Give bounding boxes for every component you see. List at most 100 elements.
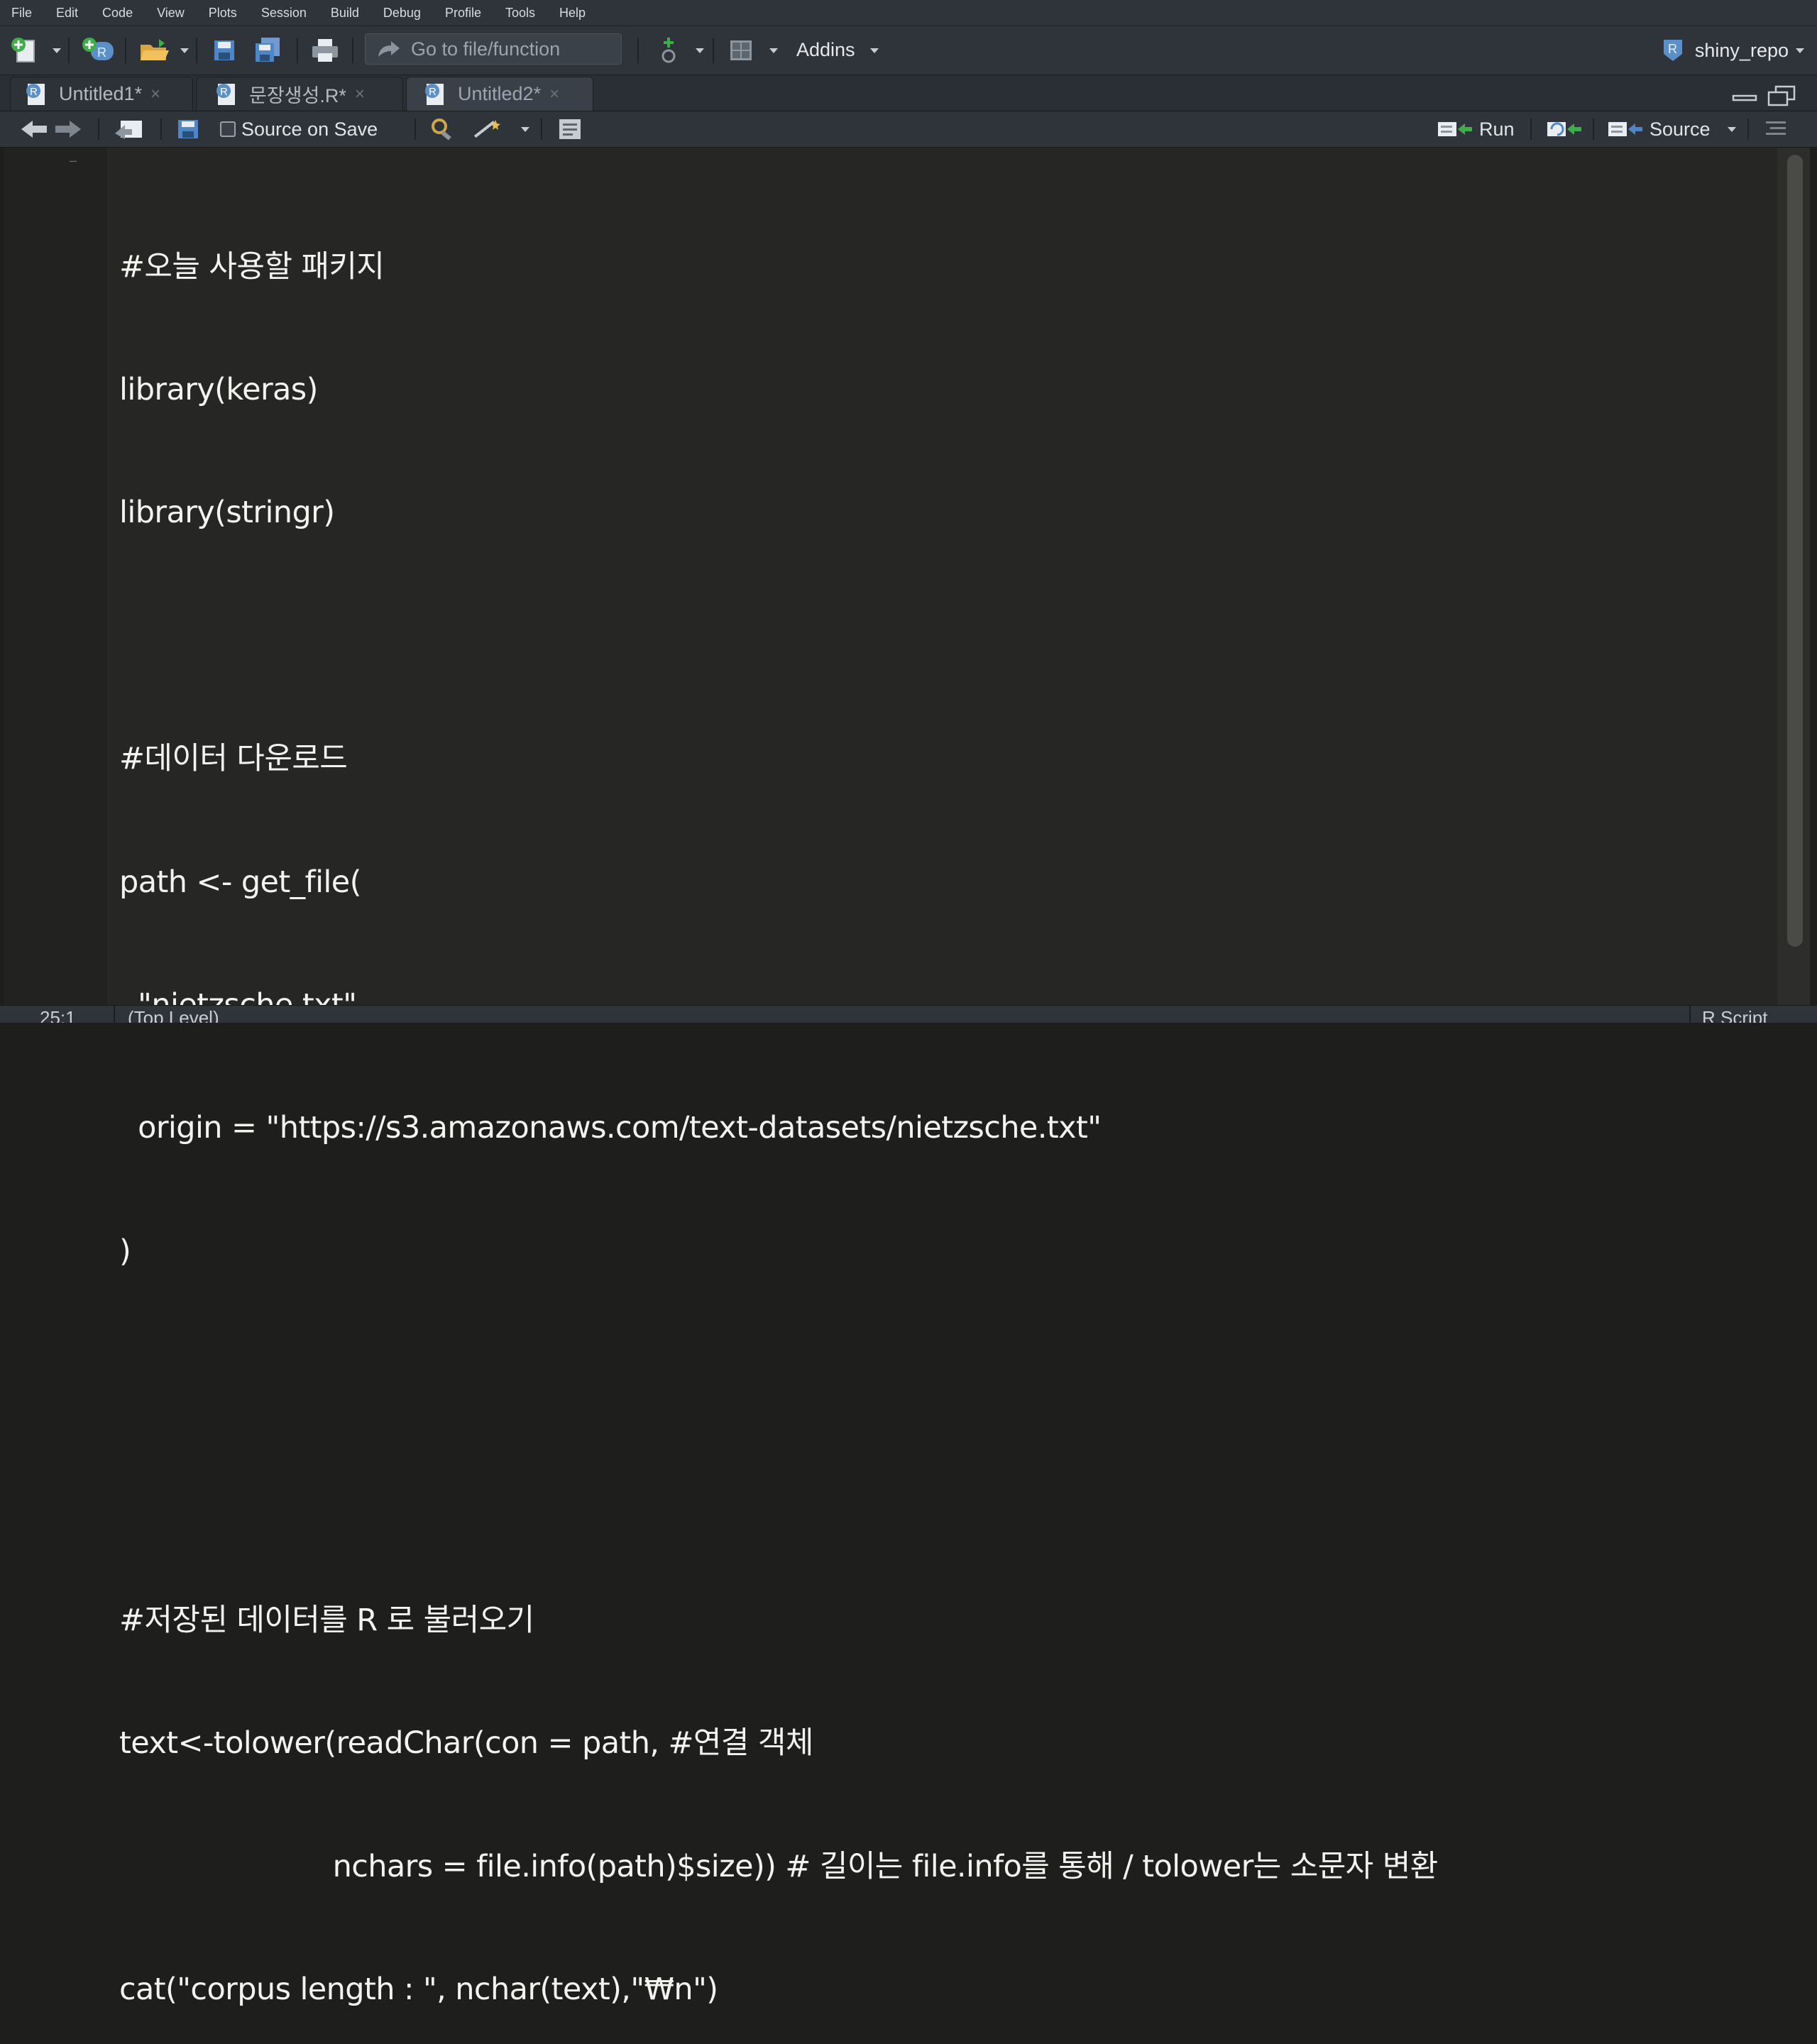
source-button[interactable]: Source bbox=[1607, 117, 1711, 141]
file-type-selector[interactable]: R Script bbox=[1702, 1007, 1767, 1023]
fold-marker-icon[interactable]: – bbox=[70, 153, 77, 168]
close-tab-icon[interactable]: × bbox=[150, 84, 160, 104]
main-toolbar: R Go to file/function Addins R shiny_rep… bbox=[0, 26, 1817, 75]
menu-profile[interactable]: Profile bbox=[434, 0, 494, 26]
menu-code[interactable]: Code bbox=[91, 0, 146, 26]
run-button[interactable]: Run bbox=[1437, 117, 1515, 141]
search-icon bbox=[432, 119, 451, 141]
menu-plots[interactable]: Plots bbox=[197, 0, 250, 26]
vertical-scrollbar[interactable] bbox=[1777, 148, 1810, 1005]
r-script-icon: R bbox=[216, 83, 235, 105]
save-button[interactable] bbox=[212, 36, 237, 65]
tab-label: Untitled1* bbox=[59, 83, 143, 104]
svg-text:R: R bbox=[220, 86, 228, 98]
menu-file[interactable]: File bbox=[0, 0, 45, 26]
project-menu[interactable]: R shiny_repo bbox=[1661, 35, 1817, 66]
grid-layout-icon bbox=[730, 40, 752, 60]
svg-text:R: R bbox=[30, 86, 38, 98]
go-to-file-function-input[interactable]: Go to file/function bbox=[365, 33, 622, 65]
minimize-pane-icon[interactable] bbox=[1732, 87, 1757, 104]
toolbar-divider bbox=[1530, 119, 1532, 140]
svg-text:R: R bbox=[97, 45, 106, 60]
source-on-save-checkbox[interactable] bbox=[220, 121, 236, 137]
menu-help[interactable]: Help bbox=[548, 0, 598, 26]
editor-tab-bar: R Untitled1* × R 문장생성.R* × R Untitled2* … bbox=[0, 75, 1817, 111]
run-lines-icon bbox=[1438, 122, 1472, 136]
addins-menu[interactable]: Addins bbox=[796, 39, 855, 61]
scope-selector[interactable]: (Top Level) bbox=[128, 1007, 219, 1023]
new-file-icon bbox=[11, 38, 35, 62]
git-icon bbox=[662, 38, 676, 63]
go-forward-button[interactable] bbox=[54, 117, 82, 141]
document-outline-button[interactable] bbox=[1763, 117, 1789, 141]
menu-view[interactable]: View bbox=[146, 0, 197, 26]
code-line: text<-tolower(readChar(con = path, #연결 객… bbox=[119, 1725, 813, 1762]
menu-bar: File Edit Code View Plots Session Build … bbox=[0, 0, 1817, 26]
open-file-button[interactable] bbox=[138, 36, 172, 65]
code-line: #데이터 다운로드 bbox=[119, 741, 348, 777]
back-arrow-icon bbox=[21, 121, 47, 138]
svg-text:R: R bbox=[429, 86, 437, 98]
compile-report-button[interactable] bbox=[556, 117, 583, 141]
menu-build[interactable]: Build bbox=[319, 0, 372, 26]
code-line: path <- get_file( bbox=[119, 864, 361, 900]
toolbar-divider bbox=[415, 119, 416, 140]
open-folder-icon bbox=[141, 39, 169, 60]
notebook-icon bbox=[559, 119, 581, 139]
source-dropdown-icon[interactable] bbox=[1728, 127, 1736, 132]
pane-layout-dropdown-icon[interactable] bbox=[769, 48, 778, 53]
svg-text:R: R bbox=[1668, 42, 1677, 56]
editor-toolbar: Source on Save Run Source bbox=[0, 111, 1817, 148]
project-r-icon: R bbox=[1663, 40, 1682, 61]
tab-sentence-generation[interactable]: R 문장생성.R* × bbox=[196, 77, 403, 111]
find-replace-button[interactable] bbox=[429, 117, 457, 141]
forward-arrow-icon bbox=[55, 121, 81, 138]
new-file-dropdown-icon[interactable] bbox=[53, 48, 61, 53]
project-dropdown-icon[interactable] bbox=[1796, 48, 1804, 53]
addins-dropdown-icon[interactable] bbox=[870, 48, 879, 53]
tab-untitled2[interactable]: R Untitled2* × bbox=[406, 77, 593, 111]
open-recent-dropdown-icon[interactable] bbox=[180, 48, 189, 53]
toolbar-divider bbox=[196, 38, 197, 63]
source-on-save-label: Source on Save bbox=[241, 118, 378, 140]
menu-session[interactable]: Session bbox=[250, 0, 319, 26]
r-script-icon: R bbox=[26, 83, 45, 105]
scrollbar-thumb[interactable] bbox=[1787, 155, 1803, 947]
close-tab-icon[interactable]: × bbox=[549, 84, 559, 104]
pane-controls bbox=[1732, 85, 1796, 106]
toolbar-divider bbox=[352, 38, 353, 63]
tab-untitled1[interactable]: R Untitled1* × bbox=[10, 77, 193, 111]
source-on-save-toggle[interactable]: Source on Save bbox=[220, 117, 378, 141]
save-icon bbox=[214, 40, 234, 60]
close-tab-icon[interactable]: × bbox=[355, 84, 365, 104]
rerun-button[interactable] bbox=[1546, 117, 1583, 141]
toolbar-divider bbox=[68, 38, 70, 63]
code-tools-button[interactable] bbox=[471, 117, 505, 141]
menu-tools[interactable]: Tools bbox=[494, 0, 548, 26]
save-script-button[interactable] bbox=[176, 117, 200, 141]
outline-icon bbox=[1766, 121, 1786, 135]
run-label: Run bbox=[1479, 118, 1515, 140]
status-bar: 25:1 (Top Level) R Script bbox=[0, 1005, 1817, 1023]
maximize-pane-icon[interactable] bbox=[1767, 85, 1796, 106]
menu-edit[interactable]: Edit bbox=[45, 0, 91, 26]
pane-layout-button[interactable] bbox=[728, 36, 754, 65]
code-content[interactable]: #오늘 사용할 패키지 library(keras) library(strin… bbox=[119, 165, 1767, 2044]
show-in-window-button[interactable] bbox=[114, 117, 145, 141]
menu-debug[interactable]: Debug bbox=[372, 0, 434, 26]
print-button[interactable] bbox=[309, 36, 341, 65]
version-control-button[interactable] bbox=[656, 36, 681, 65]
save-icon bbox=[178, 120, 198, 138]
code-tools-dropdown-icon[interactable] bbox=[521, 127, 529, 132]
new-file-button[interactable] bbox=[10, 36, 41, 65]
status-divider bbox=[114, 1006, 115, 1023]
save-all-button[interactable] bbox=[253, 36, 282, 65]
version-control-dropdown-icon[interactable] bbox=[696, 48, 704, 53]
new-project-button[interactable]: R bbox=[81, 36, 116, 65]
toolbar-divider bbox=[541, 119, 542, 140]
code-editor[interactable]: – #오늘 사용할 패키지 library(keras) library(str… bbox=[4, 148, 1810, 2007]
go-back-button[interactable] bbox=[20, 117, 48, 141]
